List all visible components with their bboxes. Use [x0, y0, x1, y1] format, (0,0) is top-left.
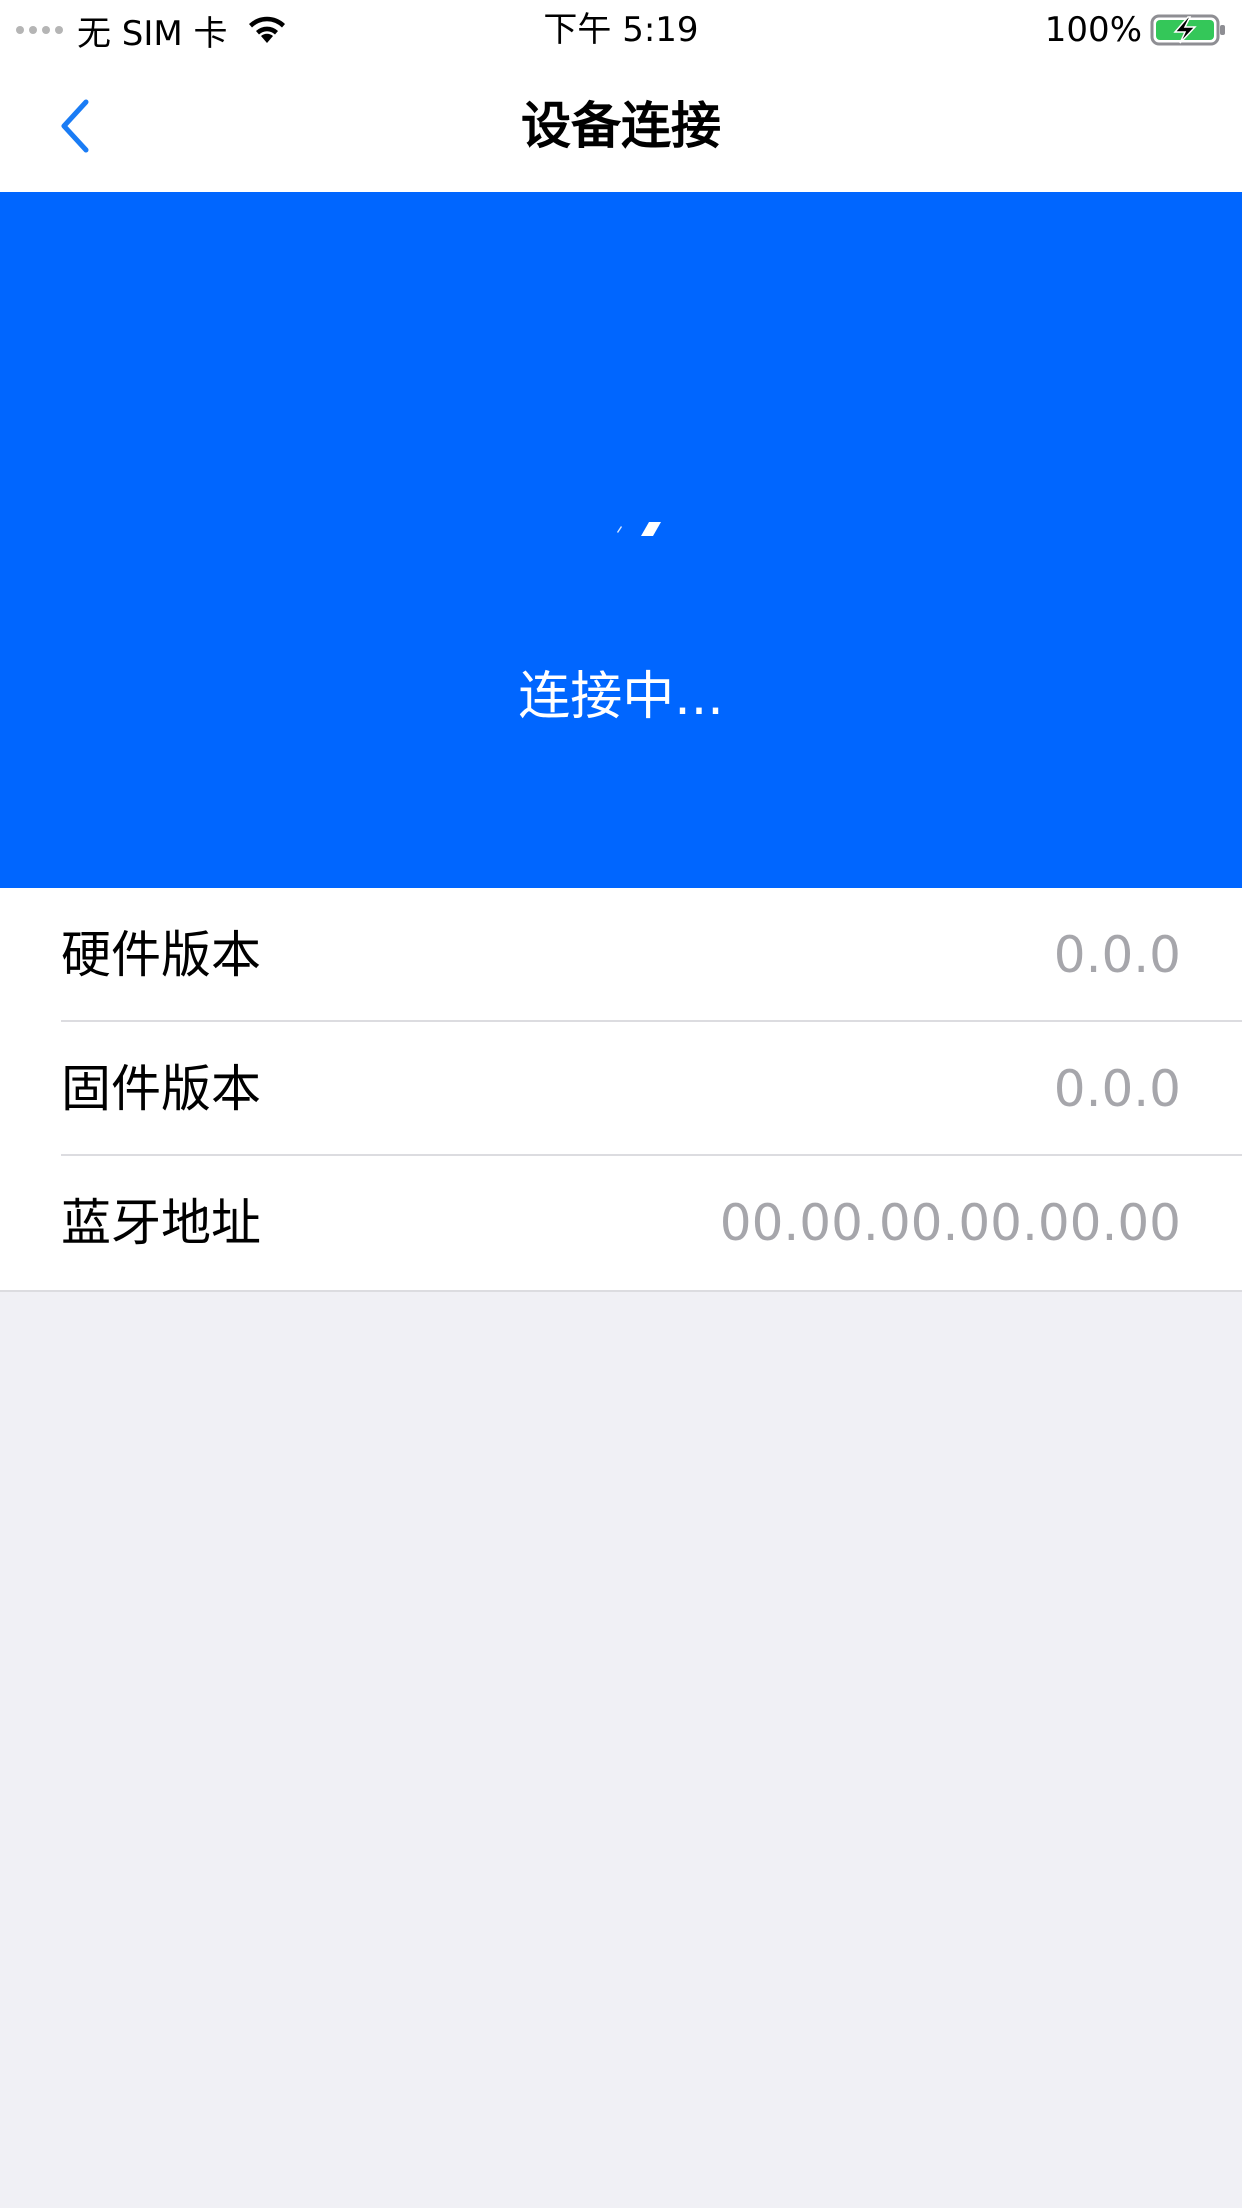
bluetooth-address-value: 00.00.00.00.00.00	[719, 1194, 1181, 1252]
status-bar: 无 SIM 卡 下午 5:19 100%	[0, 0, 1242, 60]
status-right: 100%	[1045, 6, 1228, 54]
device-connect-screen: 无 SIM 卡 下午 5:19 100% 设备连接 连接中... 硬件版本 0.…	[0, 0, 1242, 2208]
connecting-panel: 连接中...	[0, 192, 1242, 888]
firmware-version-value: 0.0.0	[1053, 1060, 1181, 1118]
navigation-bar: 设备连接	[0, 60, 1242, 192]
connecting-status-text: 连接中...	[518, 667, 724, 727]
firmware-version-row: 固件版本 0.0.0	[0, 1022, 1242, 1156]
loading-spinner-icon	[617, 522, 661, 536]
battery-charging-icon	[1150, 14, 1225, 46]
bluetooth-address-row: 蓝牙地址 00.00.00.00.00.00	[0, 1156, 1242, 1290]
firmware-version-label: 固件版本	[61, 1060, 261, 1118]
page-title: 设备连接	[521, 97, 721, 155]
bluetooth-address-label: 蓝牙地址	[61, 1194, 261, 1252]
hardware-version-row: 硬件版本 0.0.0	[0, 888, 1242, 1022]
hardware-version-value: 0.0.0	[1053, 926, 1181, 984]
hardware-version-label: 硬件版本	[61, 926, 261, 984]
device-info-list: 硬件版本 0.0.0 固件版本 0.0.0 蓝牙地址 00.00.00.00.0…	[0, 888, 1242, 1292]
battery-percent: 100%	[1044, 10, 1142, 50]
list-bottom-divider	[0, 1290, 1242, 1292]
